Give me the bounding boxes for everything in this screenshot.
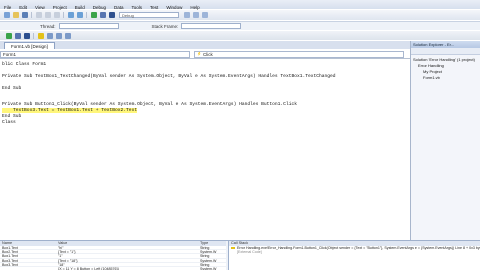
code-line[interactable]: End Sub (2, 114, 21, 119)
stack-frame-combo[interactable] (181, 23, 242, 29)
save-icon[interactable] (21, 12, 28, 18)
find-icon[interactable] (183, 12, 190, 18)
thread-label: Thread: (40, 23, 56, 29)
method-name-label: Click (203, 51, 213, 57)
call-stack-frame-label: [External Code] (237, 250, 262, 255)
code-line[interactable]: blic Class Form1 (2, 62, 46, 67)
continue-icon[interactable] (5, 32, 12, 39)
current-statement-line[interactable]: TextBox3.Text = TextBox1.Text + TextBox2… (2, 108, 138, 113)
event-icon (197, 52, 201, 56)
code-line[interactable]: Private Sub TextBox1_TextChanged(ByVal s… (2, 74, 336, 79)
call-stack-window: Call Stack Error Handling.exe!Error_Hand… (228, 241, 480, 270)
toolbar-separator (31, 12, 32, 18)
stop-icon[interactable] (108, 12, 115, 18)
cut-icon[interactable] (35, 12, 42, 18)
start-debug-icon[interactable] (90, 12, 97, 18)
solution-explorer-title: Solution Explorer - Er... (411, 41, 480, 48)
solution-explorer-panel: Solution Explorer - Er... Solution 'Erro… (410, 41, 480, 240)
debug-windows: Name Value Type Box1.Text "hi" String Box2.… (0, 240, 480, 270)
call-stack-row[interactable]: [External Code] (229, 250, 480, 254)
standard-toolbar: Debug (0, 10, 480, 20)
pause-icon[interactable] (99, 12, 106, 18)
locals-window: Name Value Type Box1.Text "hi" String Box2.… (0, 241, 226, 270)
debug-toolbar (0, 31, 480, 40)
code-line[interactable]: End Sub (2, 86, 21, 91)
current-frame-arrow-icon (231, 247, 235, 249)
toolbar-separator (86, 12, 87, 18)
new-project-icon[interactable] (3, 12, 10, 18)
toolbar-separator (33, 32, 34, 39)
code-line[interactable]: Class (2, 120, 16, 125)
solution-explorer-icon[interactable] (192, 12, 199, 18)
code-line[interactable]: Private Sub Button1_Click(ByVal sender A… (2, 102, 297, 107)
redo-icon[interactable] (76, 12, 83, 18)
class-name-dropdown[interactable]: Form1 (0, 50, 190, 58)
show-next-statement-icon[interactable] (37, 32, 44, 39)
tab-form1-design[interactable]: Form1.vb [Design] (4, 42, 55, 49)
code-navigation-bar: Form1 Click (0, 50, 410, 59)
method-name-dropdown[interactable]: Click (194, 50, 404, 58)
toolbar-separator (63, 12, 64, 18)
undo-icon[interactable] (67, 12, 74, 18)
solution-explorer-toolbar (411, 48, 480, 55)
copy-icon[interactable] (44, 12, 51, 18)
configuration-combo[interactable]: Debug (119, 12, 179, 18)
stop-debugging-icon[interactable] (23, 32, 30, 39)
code-editor[interactable]: blic Class Form1 Private Sub TextBox1_Tex… (0, 60, 408, 240)
document-tabs: Form1.vb [Design] (0, 41, 410, 49)
properties-icon[interactable] (201, 12, 208, 18)
solution-tree: Solution 'Error Handling' (1 project) Err… (411, 55, 480, 81)
stack-frame-label: Stack Frame: (151, 23, 179, 29)
debug-location-toolbar: Thread: Stack Frame: (0, 21, 480, 30)
step-out-icon[interactable] (64, 32, 71, 39)
step-over-icon[interactable] (55, 32, 62, 39)
thread-combo[interactable] (58, 23, 119, 29)
break-all-icon[interactable] (14, 32, 21, 39)
step-into-icon[interactable] (46, 32, 53, 39)
tree-item[interactable]: Form1.vb (413, 75, 480, 81)
paste-icon[interactable] (53, 12, 60, 18)
open-file-icon[interactable] (12, 12, 19, 18)
